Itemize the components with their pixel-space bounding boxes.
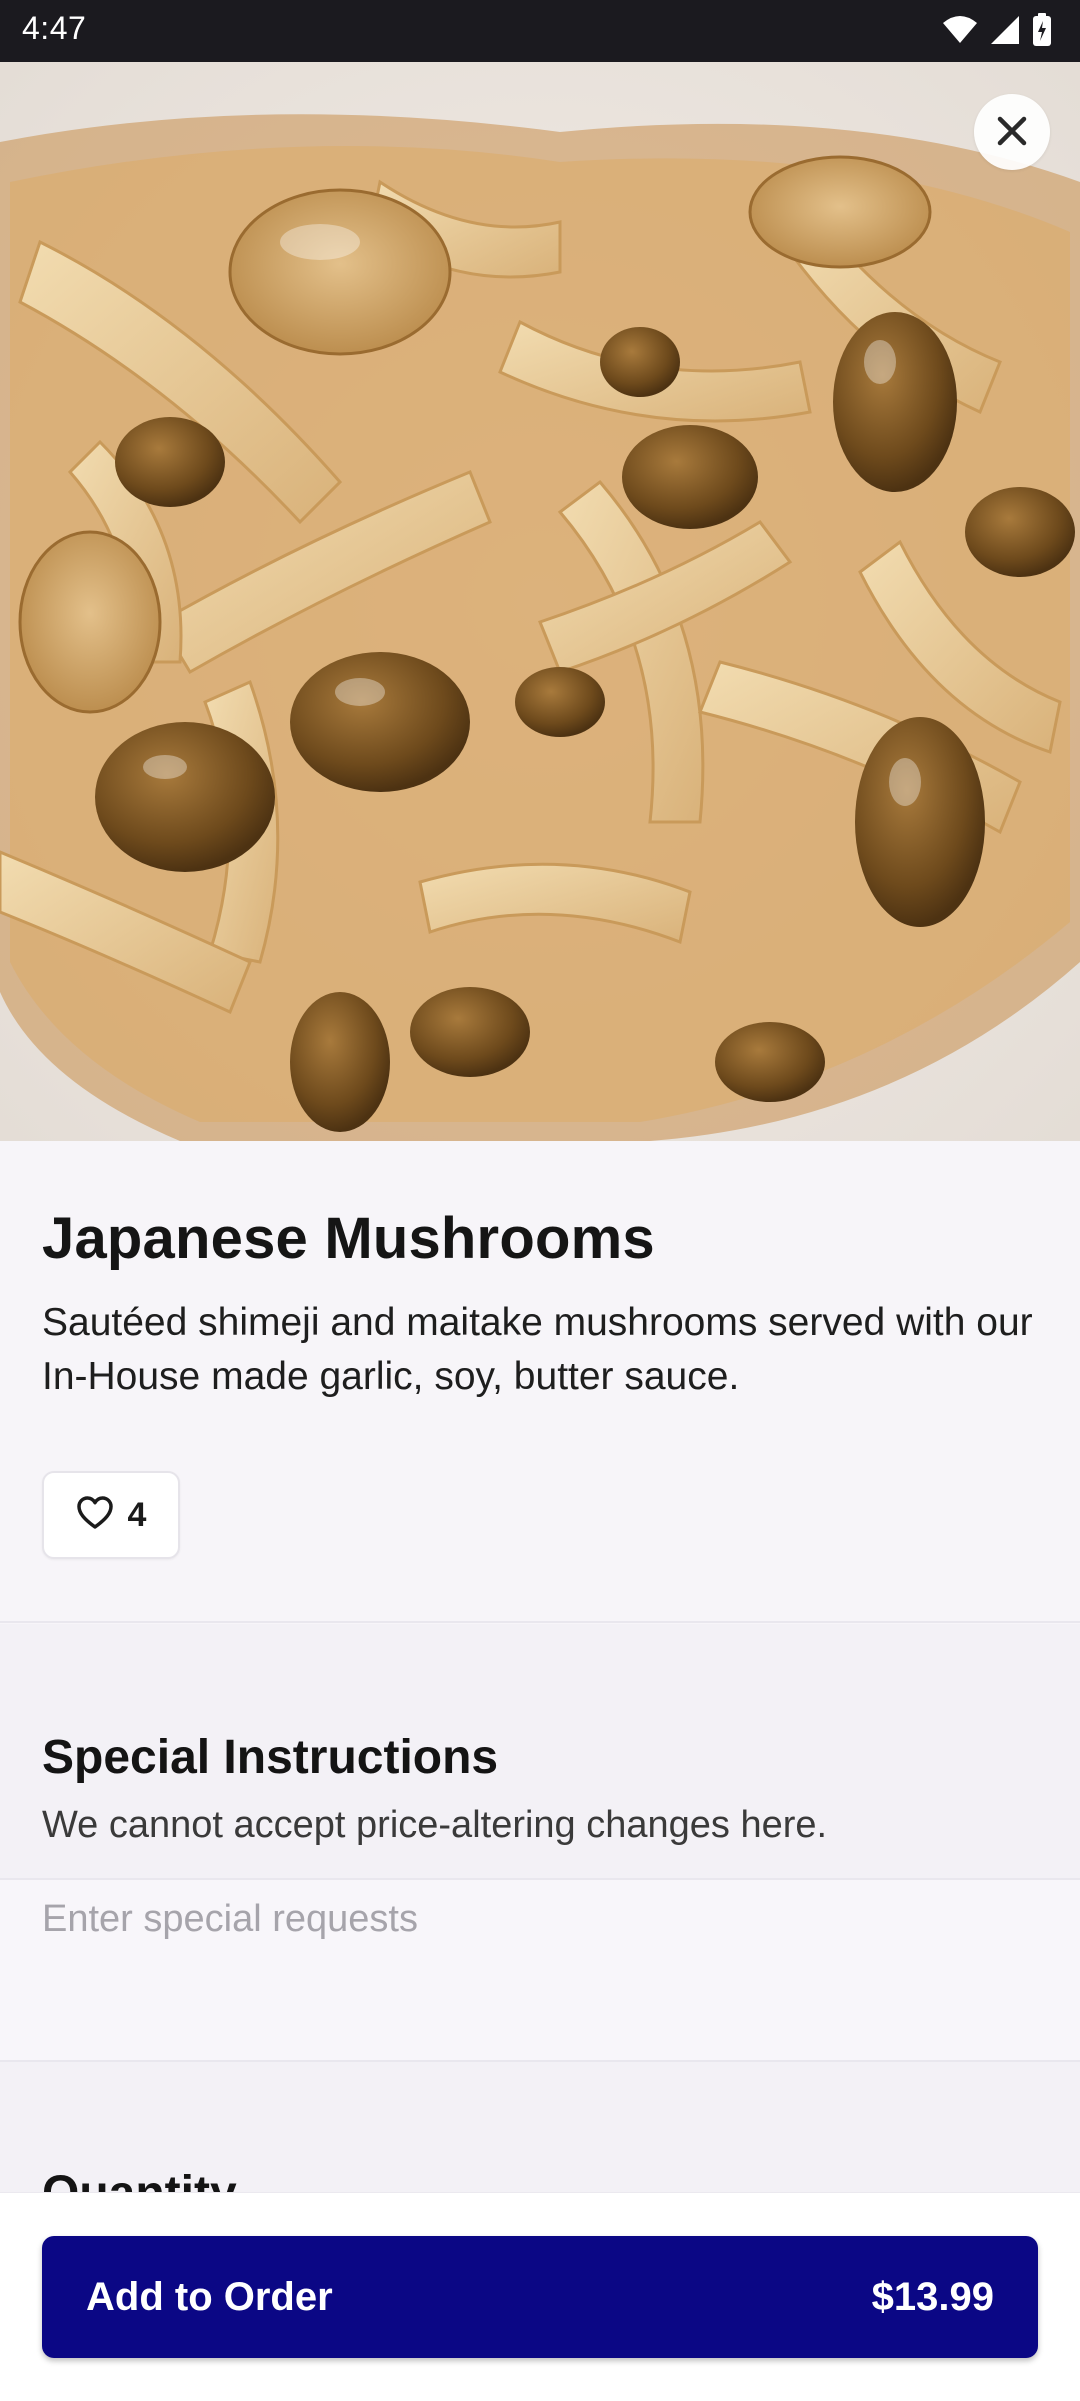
battery-icon (1032, 12, 1052, 52)
status-bar: 4:47 (0, 0, 1080, 62)
add-to-order-button[interactable]: Add to Order $13.99 (42, 2236, 1038, 2358)
special-requests-field (0, 1880, 1080, 2060)
item-title: Japanese Mushrooms (42, 1206, 655, 1271)
like-button[interactable]: 4 (42, 1471, 180, 1559)
item-info: Japanese Mushrooms Sautéed shimeji and m… (0, 1141, 1080, 1622)
order-price: $13.99 (871, 2274, 994, 2319)
status-time: 4:47 (22, 10, 87, 46)
status-icons (942, 12, 1052, 52)
item-description: Sautéed shimeji and maitake mushrooms se… (42, 1301, 1033, 1398)
close-button[interactable] (974, 94, 1050, 170)
add-to-order-label: Add to Order (86, 2274, 333, 2319)
heart-icon (76, 1495, 114, 1535)
close-icon (994, 113, 1030, 152)
wifi-icon (942, 15, 978, 50)
signal-icon (990, 15, 1020, 50)
bottom-bar: Add to Order $13.99 (0, 2192, 1080, 2401)
special-instructions-title: Special Instructions (42, 1731, 499, 1784)
section-divider (0, 1621, 1080, 1623)
special-instructions-note: We cannot accept price-altering changes … (42, 1804, 828, 1846)
quantity-title: Quantity (42, 2166, 237, 2192)
mushrooms-photo (0, 62, 1080, 1141)
special-requests-input[interactable] (42, 1898, 1038, 2038)
like-count: 4 (127, 1495, 147, 1534)
special-instructions-section: Special Instructions We cannot accept pr… (0, 1624, 1080, 1878)
quantity-section: Quantity (0, 2062, 1080, 2192)
